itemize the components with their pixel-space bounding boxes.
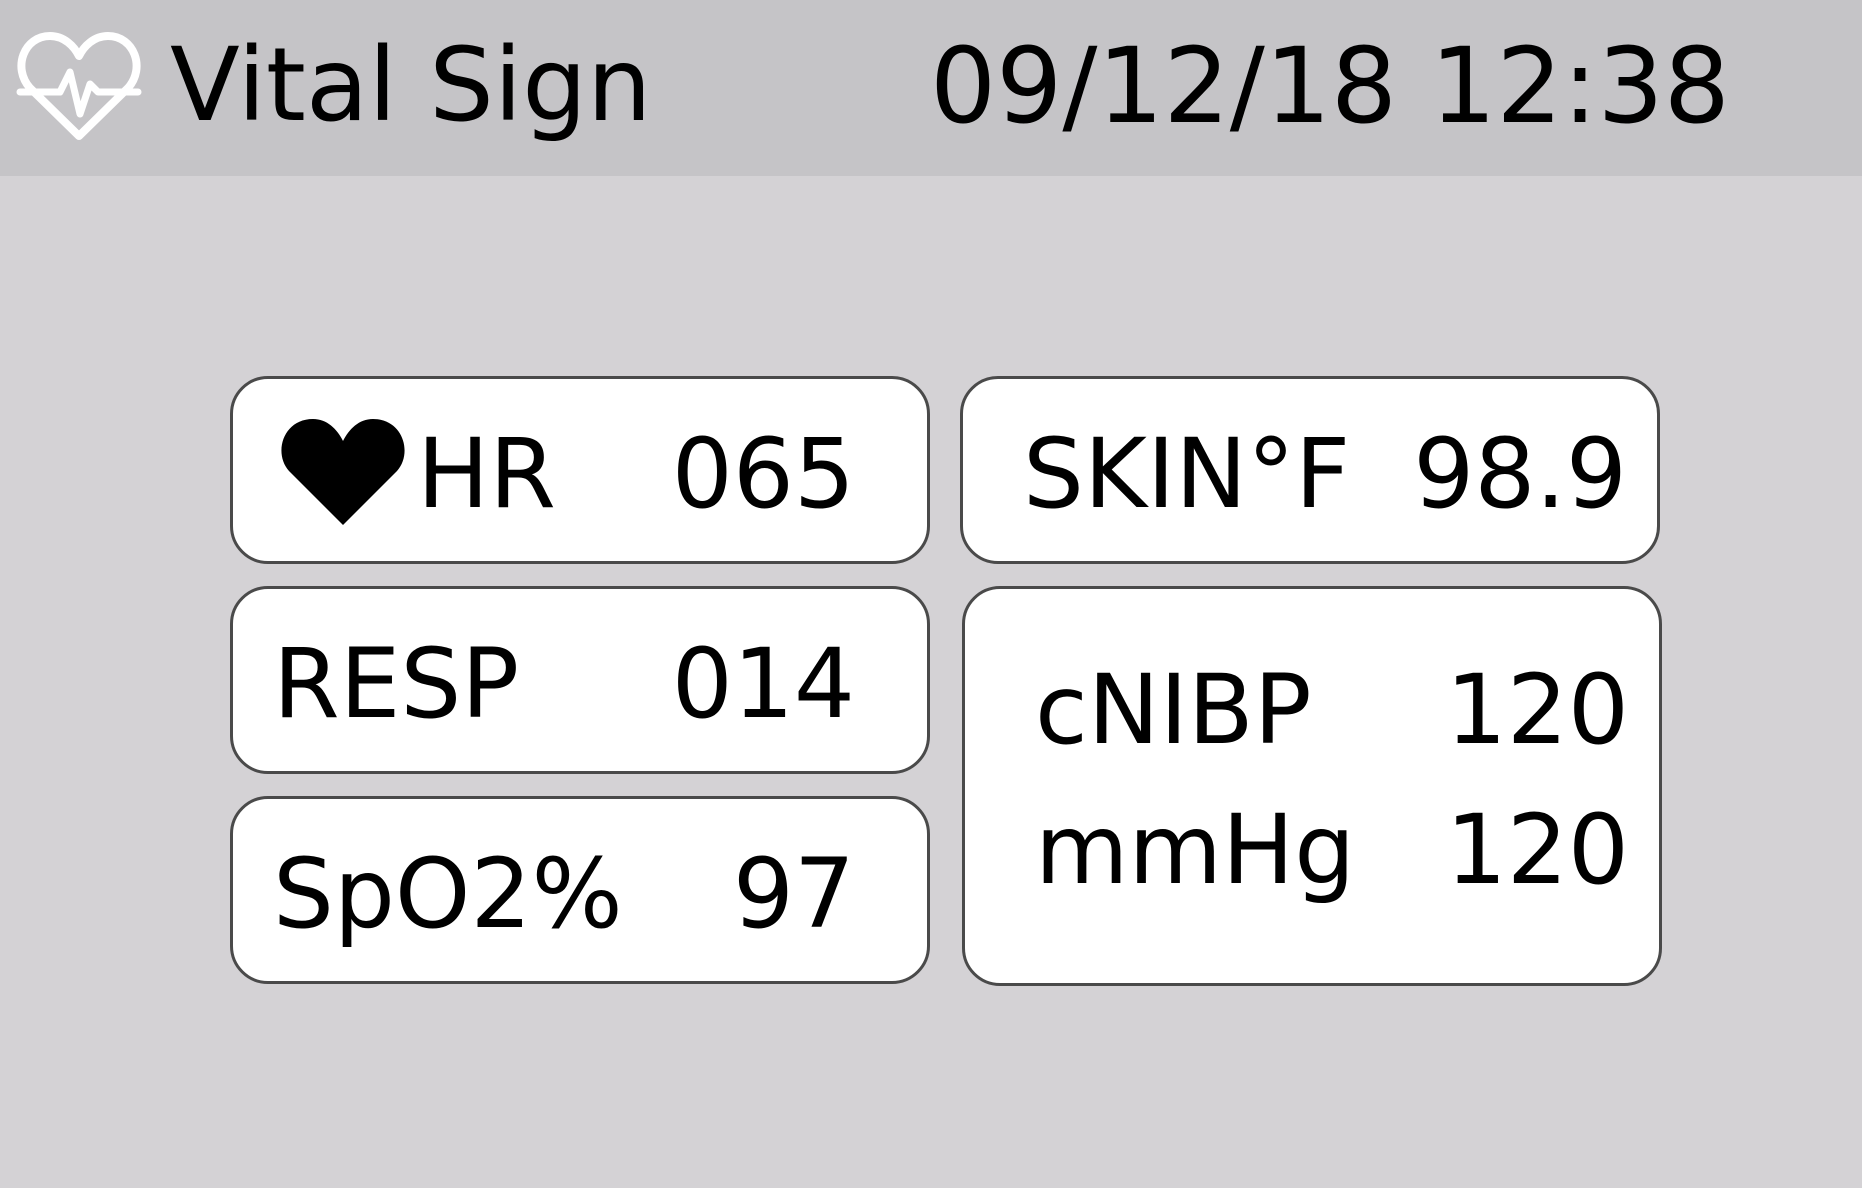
- resp-label: RESP: [273, 628, 520, 740]
- spo2-label: SpO2%: [273, 838, 623, 950]
- hr-card[interactable]: HR 065: [230, 376, 930, 564]
- nibp-value-1: 120: [1445, 654, 1629, 766]
- datetime-display: 09/12/18 12:38: [930, 25, 1730, 147]
- app-title: Vital Sign: [170, 26, 652, 145]
- nibp-unit-label: mmHg: [1035, 794, 1356, 906]
- heart-icon: [281, 419, 405, 525]
- header-bar: Vital Sign 09/12/18 12:38: [0, 0, 1862, 176]
- spo2-value: 97: [732, 838, 855, 950]
- resp-card[interactable]: RESP 014: [230, 586, 930, 774]
- skin-temp-value: 98.9: [1413, 418, 1627, 530]
- hr-value: 065: [671, 418, 855, 530]
- resp-value: 014: [671, 628, 855, 740]
- nibp-card[interactable]: cNIBP mmHg 120 120: [962, 586, 1662, 986]
- heart-pulse-icon: [16, 32, 142, 140]
- skin-temp-card[interactable]: SKIN°F 98.9: [960, 376, 1660, 564]
- hr-label: HR: [417, 418, 556, 530]
- nibp-label: cNIBP: [1035, 654, 1312, 766]
- nibp-value-2: 120: [1445, 794, 1629, 906]
- skin-temp-label: SKIN°F: [1023, 418, 1351, 530]
- spo2-card[interactable]: SpO2% 97: [230, 796, 930, 984]
